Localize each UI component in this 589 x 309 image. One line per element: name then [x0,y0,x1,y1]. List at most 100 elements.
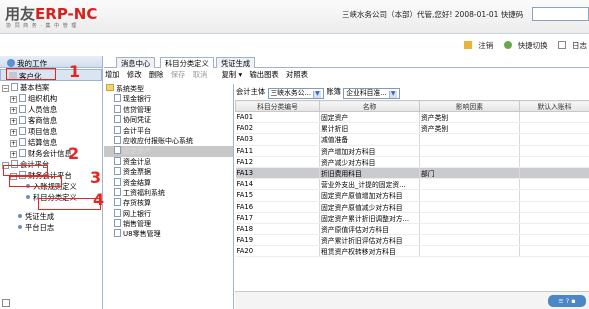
tree-item-basic[interactable]: − 基本档案 [0,82,102,93]
table-cell: 固定资产 [319,111,420,124]
expand-icon[interactable]: + [10,140,17,147]
column-header[interactable]: 名称 [319,100,420,112]
book-select[interactable]: 企业科目准... ▼ [343,88,400,99]
type-item[interactable]: 资金计息 [104,156,233,167]
page-icon [114,187,121,196]
table-cell [519,111,589,124]
table-row[interactable]: FA02 累计折旧 资产类别 [235,122,589,135]
page-icon [19,127,26,135]
table-cell: 固定资产原值增加对方科目 [319,189,420,202]
tree-item-voucher-gen[interactable]: 凭证生成 [0,211,102,222]
page-icon [19,116,26,124]
type-item[interactable]: 应收应付报账中心系统 [104,135,233,146]
table-row[interactable]: FA17 固定资产累计折旧调整对方... [235,212,589,224]
type-item[interactable]: 资金票据 [104,167,233,177]
table-cell: FA01 [235,111,320,124]
sidebar-toggle[interactable] [2,299,10,307]
page-icon [114,167,121,176]
table-cell [419,189,520,202]
tree-item-finance[interactable]: + 财务会计信息 [0,148,102,159]
expand-icon[interactable]: + [10,107,17,114]
table-row[interactable]: FA12 资产减少对方科目 [235,156,589,168]
page-icon [114,198,121,207]
tree-item-settle[interactable]: + 结算信息 [0,137,102,148]
table-row[interactable]: FA11 资产增加对方科目 [235,145,589,157]
logout-button[interactable]: 注销 [460,41,493,50]
top-action-bar: 注销 快捷切换 日志 [0,35,589,56]
table-row[interactable]: FA18 资产原值评估对方科目 [235,223,589,236]
expand-icon[interactable]: + [10,151,17,158]
expand-icon[interactable]: + [10,118,17,125]
table-cell: FA16 [235,201,320,213]
save-button[interactable]: 保存 [171,70,186,79]
column-header[interactable]: 默认入账科 [519,100,589,112]
table-cell: 折旧费用科目 [319,167,420,180]
page-icon [114,104,121,113]
table-row[interactable]: FA20 租赁资产权转移对方科目 [235,245,589,258]
table-row[interactable]: FA13 折旧费用科目 部门 [235,167,589,180]
table-cell [419,145,520,157]
table-row[interactable]: FA15 固定资产原值增加对方科目 [235,189,589,202]
table-row[interactable]: FA01 固定资产 资产类别 [235,111,589,124]
type-item[interactable]: U8零售管理 [104,229,233,239]
quick-switch-button[interactable]: 快捷切换 [500,41,548,50]
type-item-selected[interactable]: 固定资产 [104,146,233,157]
delete-button[interactable]: 删除 [149,70,164,79]
table-cell: FA17 [235,212,320,224]
status-tray-icons[interactable]: ≡ ? ▪ [548,295,586,307]
type-item[interactable]: 会计平台 [104,125,233,136]
tree-item-org[interactable]: + 组织机构 [0,93,102,104]
page-icon [114,146,121,155]
table-row[interactable]: FA19 资产累计折旧评估对方科目 [235,234,589,247]
copy-button[interactable]: 复制 ▾ [222,70,243,79]
chevron-down-icon[interactable]: ▼ [388,91,397,98]
page-icon [114,156,121,165]
page-icon [114,94,121,103]
table-cell [519,223,589,236]
type-item[interactable]: 信贷管理 [104,104,233,115]
page-icon [114,219,121,228]
entity-select[interactable]: 三峡水务公... ▼ [267,88,324,99]
type-item[interactable]: 网上银行 [104,208,233,219]
page-icon [114,135,121,144]
table-cell [519,245,589,258]
bullet-icon [26,195,30,199]
chevron-down-icon[interactable]: ▼ [312,91,321,98]
type-item[interactable]: 现金银行 [104,94,233,104]
edit-button[interactable]: 修改 [127,70,142,79]
add-button[interactable]: 增加 [105,70,120,79]
print-chart-button[interactable]: 输出图表 [250,70,279,79]
collapse-icon[interactable]: − [2,85,9,92]
table-row[interactable]: FA14 营业外支出_计提的固定资... [235,178,589,191]
tree-item-merchant[interactable]: + 客商信息 [0,115,102,126]
tree-item-person[interactable]: + 人员信息 [0,104,102,115]
column-header[interactable]: 科目分类编号 [235,100,320,112]
column-header[interactable]: 影响因素 [419,100,520,112]
type-item[interactable]: 销售管理 [104,219,233,229]
expand-icon[interactable]: + [10,96,17,103]
table-cell [519,234,589,247]
table-row[interactable]: FA03 减值准备 [235,133,589,146]
tab-subject-class[interactable]: 科目分类定义 [160,57,214,68]
app-header: 用友ERP-NC 协 同 商 务 · 集 中 管 理 三峡水务公司（本部）代管,… [0,0,589,34]
type-item[interactable]: 工资福利系统 [104,187,233,198]
tree-item-platform-log[interactable]: 平台日志 [0,222,102,233]
my-work-header[interactable]: 我的工作 [0,56,102,68]
type-root[interactable]: 系统类型 [104,84,233,94]
type-item[interactable]: 资金结算 [104,177,233,188]
tab-voucher-gen[interactable]: 凭证生成 [216,57,256,68]
table-row[interactable]: FA16 固定资产原值减少对方科目 [235,201,589,213]
expand-icon[interactable]: + [10,129,17,136]
type-item[interactable]: 存货核算 [104,198,233,208]
cancel-button[interactable]: 取消 [193,70,208,79]
table-cell [519,201,589,213]
tree-item-project[interactable]: + 项目信息 [0,126,102,137]
type-item[interactable]: 协同凭证 [104,115,233,125]
log-icon [558,41,566,49]
quick-code-input[interactable] [532,7,589,21]
compare-table-button[interactable]: 对照表 [286,70,308,79]
table-cell [419,223,520,236]
log-button[interactable]: 日志 [554,41,587,50]
tab-message-center[interactable]: 消息中心 [116,57,156,68]
table-cell: FA15 [235,189,320,202]
